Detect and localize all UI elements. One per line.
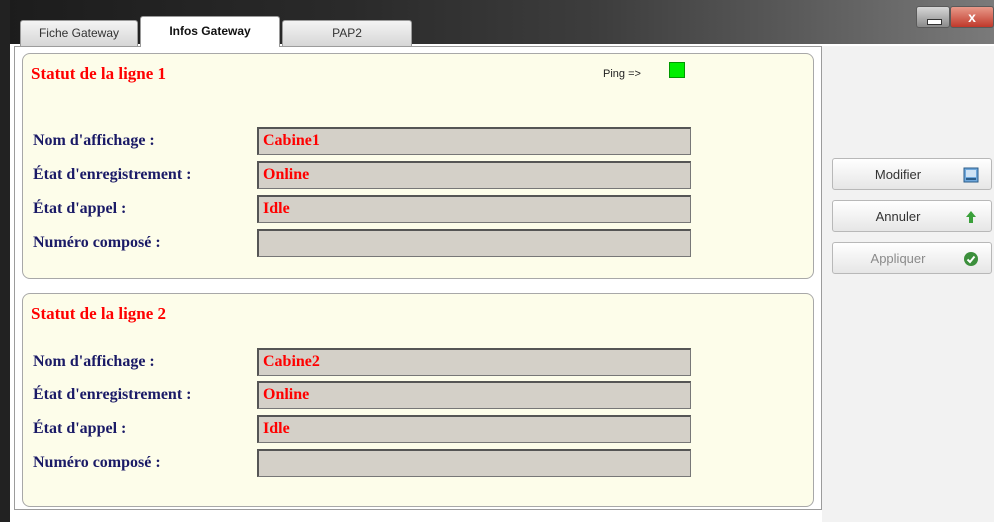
- display-name-label: Nom d'affichage :: [33, 353, 155, 370]
- line1-call-state-field[interactable]: Idle: [257, 195, 691, 223]
- line2-row-dialed-number: Numéro composé :: [23, 449, 813, 479]
- line1-status-group: Statut de la ligne 1 Ping => Nom d'affic…: [22, 53, 814, 279]
- display-name-label: Nom d'affichage :: [33, 132, 155, 149]
- registration-state-label: État d'enregistrement :: [33, 386, 192, 403]
- close-button[interactable]: x: [950, 6, 994, 28]
- line1-registration-state-field[interactable]: Online: [257, 161, 691, 189]
- modify-button[interactable]: Modifier: [832, 158, 992, 190]
- dialed-number-label: Numéro composé :: [33, 454, 161, 471]
- line2-display-name-field[interactable]: Cabine2: [257, 348, 691, 376]
- line2-row-display-name: Nom d'affichage : Cabine2: [23, 348, 813, 378]
- line1-row-display-name: Nom d'affichage : Cabine1: [23, 127, 813, 157]
- tab-content-panel: Statut de la ligne 1 Ping => Nom d'affic…: [14, 46, 822, 510]
- edit-icon: [963, 167, 979, 183]
- checkmark-icon: [964, 252, 978, 266]
- modify-button-label: Modifier: [874, 167, 922, 182]
- tab-pap2[interactable]: PAP2: [282, 20, 412, 46]
- dialed-number-label: Numéro composé :: [33, 234, 161, 251]
- tab-fiche-gateway[interactable]: Fiche Gateway: [20, 20, 138, 46]
- line1-display-name-field[interactable]: Cabine1: [257, 127, 691, 155]
- call-state-label: État d'appel :: [33, 200, 127, 217]
- action-sidebar: Modifier Annuler Appliquer: [822, 46, 994, 522]
- line1-row-registration: État d'enregistrement : Online: [23, 161, 813, 191]
- undo-arrow-icon: [966, 211, 976, 223]
- line2-row-call-state: État d'appel : Idle: [23, 415, 813, 445]
- line1-title: Statut de la ligne 1: [31, 64, 167, 83]
- window-edge: [0, 0, 10, 522]
- line2-call-state-field[interactable]: Idle: [257, 415, 691, 443]
- apply-button-label: Appliquer: [870, 251, 926, 266]
- ping-status-indicator: [669, 62, 685, 78]
- minimize-button[interactable]: [916, 6, 950, 28]
- call-state-label: État d'appel :: [33, 420, 127, 437]
- line2-title: Statut de la ligne 2: [31, 304, 167, 323]
- line2-registration-state-field[interactable]: Online: [257, 381, 691, 409]
- line2-status-group: Statut de la ligne 2 Nom d'affichage : C…: [22, 293, 814, 507]
- cancel-button-label: Annuler: [875, 209, 921, 224]
- ping-label: Ping =>: [603, 68, 641, 80]
- line1-row-dialed-number: Numéro composé :: [23, 229, 813, 259]
- minimize-icon: [927, 19, 942, 25]
- line2-dialed-number-field[interactable]: [257, 449, 691, 477]
- line2-row-registration: État d'enregistrement : Online: [23, 381, 813, 411]
- window-controls: x: [916, 6, 994, 30]
- apply-button[interactable]: Appliquer: [832, 242, 992, 274]
- line1-row-call-state: État d'appel : Idle: [23, 195, 813, 225]
- tab-infos-gateway[interactable]: Infos Gateway: [140, 16, 280, 47]
- cancel-button[interactable]: Annuler: [832, 200, 992, 232]
- line1-dialed-number-field[interactable]: [257, 229, 691, 257]
- registration-state-label: État d'enregistrement :: [33, 166, 192, 183]
